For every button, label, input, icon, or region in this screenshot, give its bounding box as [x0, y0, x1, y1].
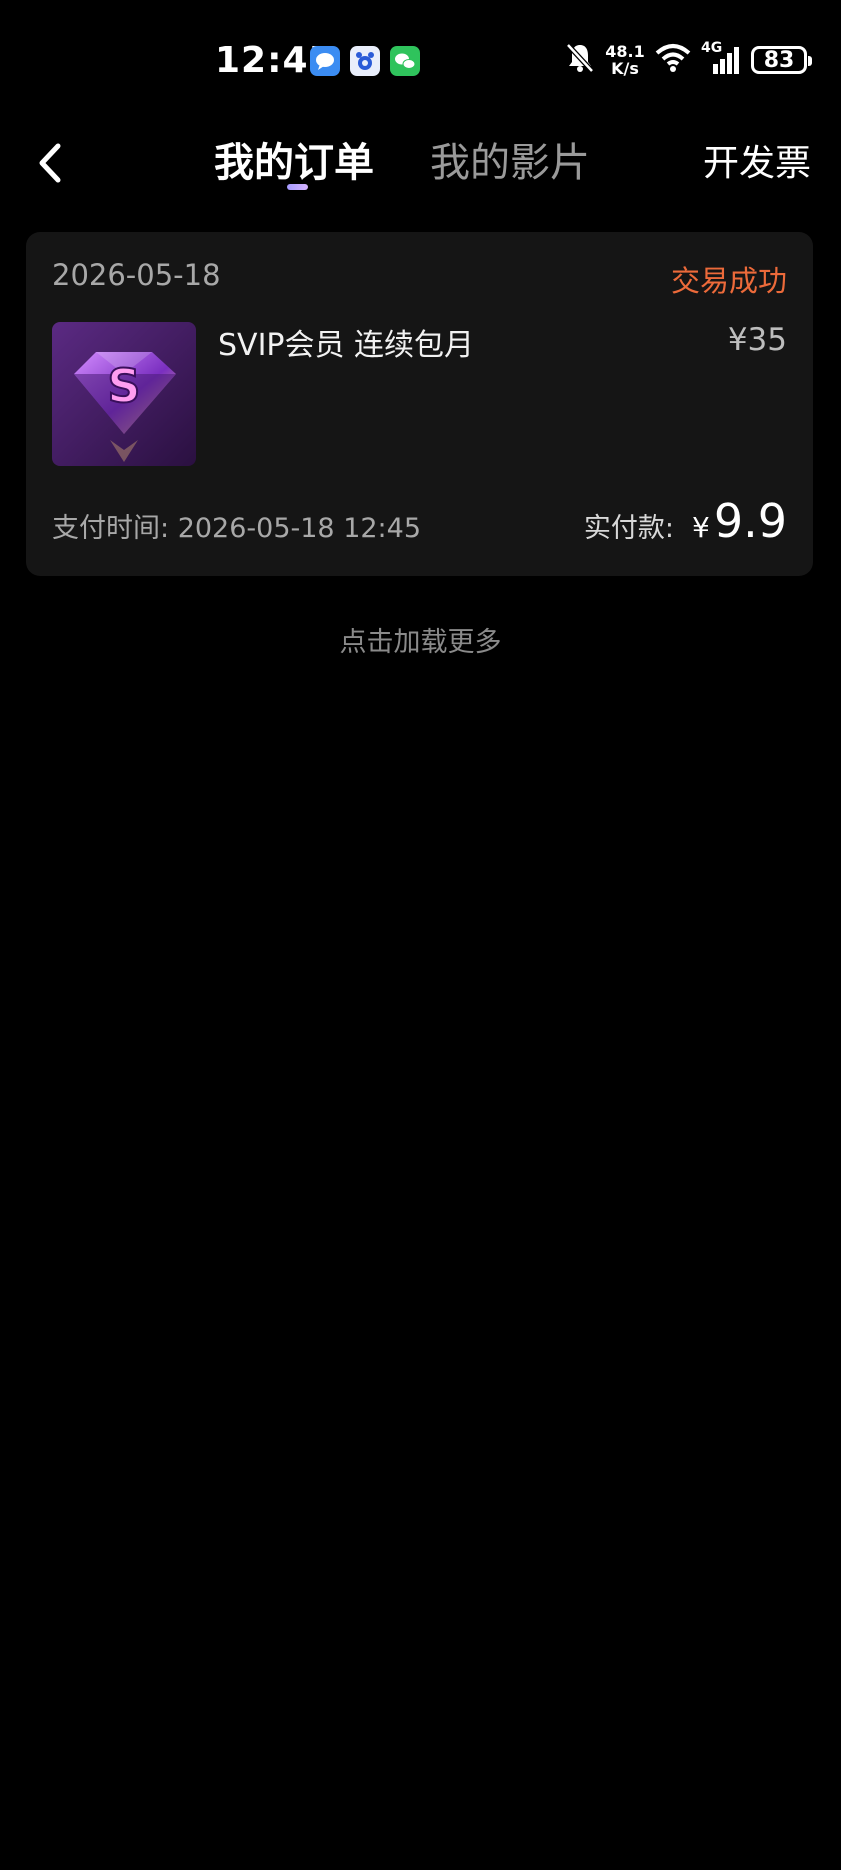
back-button[interactable] [30, 132, 74, 192]
battery-level: 83 [763, 47, 795, 73]
net-speed: 48.1 K/s [605, 43, 645, 77]
load-more-button[interactable]: 点击加载更多 [0, 620, 841, 659]
battery-icon: 83 [751, 46, 812, 74]
tab-my-films[interactable]: 我的影片 [430, 130, 590, 188]
paid-amount-group: 实付款: ¥ 9.9 [584, 494, 787, 548]
order-date: 2026-05-18 [52, 258, 221, 292]
pay-time-value: 2026-05-18 12:45 [177, 513, 422, 544]
chevron-left-icon [39, 143, 61, 183]
svip-diamond-icon: S [52, 322, 196, 466]
net-speed-value: 48.1 [605, 42, 645, 61]
order-status: 交易成功 [670, 264, 787, 298]
signal-icon: 4G [701, 40, 741, 76]
message-app-icon [310, 46, 340, 76]
baidu-app-icon [350, 46, 380, 76]
currency-symbol: ¥ [692, 511, 710, 544]
order-card[interactable]: 2026-05-18 交易成功 S SVIP会员 连续包月 ¥35 支付时间: … [26, 232, 813, 576]
active-tab-indicator [287, 184, 308, 190]
pay-time: 支付时间: 2026-05-18 12:45 [52, 506, 421, 545]
top-nav: 我的订单 我的影片 开发票 [0, 120, 841, 220]
invoice-button[interactable]: 开发票 [703, 134, 811, 186]
status-bar: 12:45 48.1 K/s 4G 83 [0, 0, 841, 120]
net-speed-unit: K/s [611, 59, 639, 78]
status-right-group: 48.1 K/s 4G 83 [565, 40, 812, 80]
svg-text:S: S [107, 359, 140, 413]
wechat-app-icon [390, 46, 420, 76]
wifi-icon [655, 43, 691, 77]
tab-my-orders[interactable]: 我的订单 [214, 130, 374, 188]
product-name: SVIP会员 连续包月 [218, 328, 475, 363]
mute-bell-icon [565, 42, 595, 78]
pay-time-label: 支付时间: [52, 513, 170, 544]
paid-label: 实付款: [583, 513, 675, 544]
paid-amount: 9.9 [713, 494, 787, 548]
original-price: ¥35 [727, 322, 787, 358]
